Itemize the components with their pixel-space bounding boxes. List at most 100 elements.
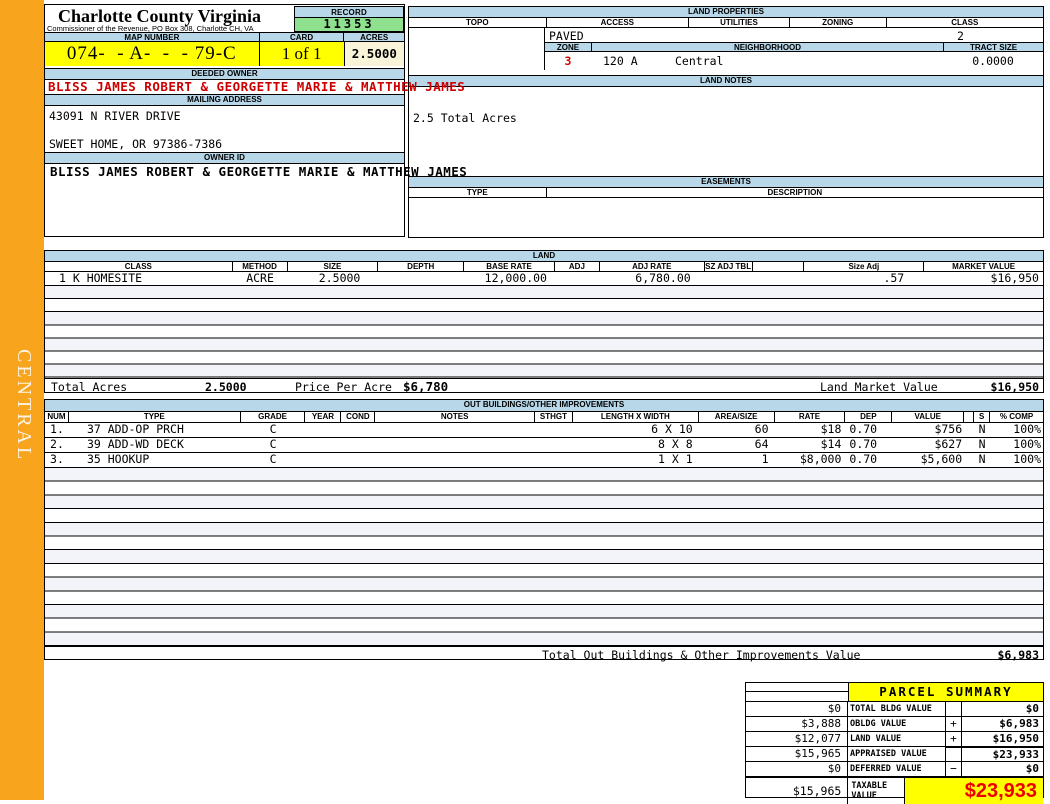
- easement-description-label: DESCRIPTION: [767, 188, 823, 197]
- summary-row-appraised: $15,965 APPRAISED VALUE $23,933: [746, 746, 1043, 761]
- mailing-address: 43091 N RIVER DRIVE SWEET HOME, OR 97386…: [45, 106, 404, 152]
- summary-row-land: $12,077 LAND VALUE + $16,950: [746, 731, 1043, 746]
- ob-h-value: VALUE: [892, 412, 965, 422]
- easements-title: EASEMENTS: [409, 176, 1043, 188]
- topo-label: TOPO: [409, 18, 547, 27]
- total-acres-value: 2.5000: [205, 380, 247, 394]
- card-value: 1 of 1: [259, 42, 345, 66]
- map-card-acres-values: 074- - A- - - 79-C 1 of 1 2.5000: [45, 42, 404, 66]
- taxable-label: TAXABLE VALUE: [848, 778, 905, 804]
- row-label: LAND VALUE: [848, 732, 946, 746]
- zone-label: ZONE: [545, 43, 592, 51]
- land-adj: [555, 272, 600, 285]
- map-card-acres-header: MAP NUMBER CARD ACRES: [45, 32, 404, 42]
- owner-id-value: BLISS JAMES ROBERT & GEORGETTE MARIE & M…: [50, 164, 468, 179]
- ob-h-length-width: LENGTH X WIDTH: [573, 412, 699, 422]
- out-buildings-title: OUT BUILDINGS/OTHER IMPROVEMENTS: [45, 400, 1043, 412]
- land-title: LAND: [45, 251, 1043, 262]
- address-line-1: 43091 N RIVER DRIVE: [49, 109, 181, 123]
- row-label: OBLDG VALUE: [848, 717, 946, 731]
- row-label: DEFERRED VALUE: [848, 762, 946, 776]
- ob-dims: 1 X 1: [658, 452, 693, 466]
- record-value: 11353: [294, 18, 404, 32]
- ob-grade: C: [269, 422, 277, 436]
- easements-header: TYPE DESCRIPTION: [409, 188, 1043, 198]
- ob-dep: 0.70: [849, 422, 878, 436]
- ob-type: 37 ADD-OP PRCH: [86, 422, 184, 436]
- land-market-value-label: Land Market Value: [820, 380, 938, 394]
- prior-value: $12,077: [746, 732, 848, 746]
- prior-value: $15,965: [746, 747, 848, 761]
- land-note: 2.5 Total Acres: [413, 111, 517, 125]
- summary-row-total-bldg: $0 TOTAL BLDG VALUE $0: [746, 701, 1043, 716]
- prior-value: $0: [746, 702, 848, 716]
- land-h-blank: [753, 262, 805, 271]
- land-notes-body: 2.5 Total Acres: [409, 87, 1043, 176]
- ob-s: N: [978, 452, 986, 466]
- ob-h-type: TYPE: [69, 412, 241, 422]
- ob-area: 60: [754, 422, 769, 436]
- land-h-class: CLASS: [45, 262, 233, 271]
- ob-area: 64: [754, 437, 769, 451]
- land-sz-adj-tbl: [705, 272, 753, 285]
- ob-grade: C: [269, 452, 277, 466]
- class-value: 2: [957, 29, 964, 43]
- price-per-acre-label: Price Per Acre: [295, 380, 392, 394]
- ob-comp: 100%: [1013, 437, 1041, 451]
- ob-h-comp: % COMP: [999, 412, 1034, 421]
- summary-row-deferred: $0 DEFERRED VALUE − $0: [746, 761, 1043, 776]
- ob-num: 2.: [50, 437, 64, 451]
- out-buildings-empty-rows: [45, 468, 1043, 646]
- land-blank: [753, 272, 805, 285]
- ob-type: 35 HOOKUP: [86, 452, 150, 466]
- tract-size-value: 0.0000: [972, 54, 1014, 68]
- ob-area: 1: [761, 452, 769, 466]
- ob-h-grade: GRADE: [241, 412, 306, 422]
- land-h-depth: DEPTH: [378, 262, 465, 271]
- land-h-size: SIZE: [288, 262, 379, 271]
- land-h-adj-rate: ADJ RATE: [600, 262, 705, 271]
- row-operator: −: [946, 762, 962, 776]
- row-value: $16,950: [992, 732, 1039, 745]
- ob-h-notes: NOTES: [375, 412, 536, 422]
- zoning-label: ZONING: [790, 18, 887, 27]
- land-h-market-value: MARKET VALUE: [952, 262, 1016, 271]
- taxable-prior-value: $15,965: [746, 778, 849, 804]
- out-buildings-totals-row: Total Out Buildings & Other Improvements…: [45, 646, 1043, 664]
- ob-dims: 6 X 10: [651, 422, 693, 436]
- land-market-value: $16,950: [990, 271, 1039, 285]
- row-value: $6,983: [999, 717, 1039, 730]
- row-operator: +: [946, 732, 962, 746]
- ob-value: $627: [934, 437, 963, 451]
- deeded-owner-value: BLISS JAMES ROBERT & GEORGETTE MARIE & M…: [48, 79, 466, 94]
- land-base-rate: 12,000.00: [484, 271, 547, 285]
- land-properties-body: PAVED 2 ZONE NEIGHBORHOOD TRACT SIZE 3 1…: [409, 28, 1043, 70]
- property-record-card: CENTRAL Charlotte County Virginia Commis…: [0, 0, 1050, 804]
- land-info-panel: LAND PROPERTIES TOPO ACCESS UTILITIES ZO…: [408, 6, 1044, 238]
- land-method: ACRE: [246, 271, 274, 285]
- card-label: CARD: [260, 33, 345, 41]
- ob-h-s: S: [974, 412, 991, 422]
- ob-h-year: YEAR: [305, 412, 342, 422]
- ob-s: N: [978, 437, 986, 451]
- ob-h-rate: RATE: [775, 412, 846, 422]
- ob-rate: $14: [820, 437, 842, 451]
- land-size-adj: .57: [883, 271, 905, 285]
- row-value: $0: [1025, 762, 1039, 775]
- acres-value: 2.5000: [344, 42, 404, 66]
- land-totals-row: Total Acres 2.5000 Price Per Acre $6,780…: [45, 378, 1043, 395]
- ob-type: 39 ADD-WD DECK: [86, 437, 184, 451]
- mailing-address-label: MAILING ADDRESS: [45, 94, 404, 106]
- out-buildings-total-value: $6,983: [997, 648, 1039, 662]
- price-per-acre-value: $6,780: [403, 379, 449, 394]
- ob-dep: 0.70: [849, 437, 878, 451]
- ob-rate: $18: [820, 422, 842, 436]
- ob-h-dep: DEP: [845, 412, 893, 422]
- neighborhood-code: 120 A: [603, 54, 638, 68]
- land-empty-rows: [45, 285, 1043, 378]
- land-depth: [378, 272, 464, 285]
- land-h-method: METHOD: [233, 262, 288, 271]
- ob-comp: 100%: [1013, 422, 1041, 436]
- row-operator: [946, 702, 962, 716]
- class-label: CLASS: [951, 18, 979, 27]
